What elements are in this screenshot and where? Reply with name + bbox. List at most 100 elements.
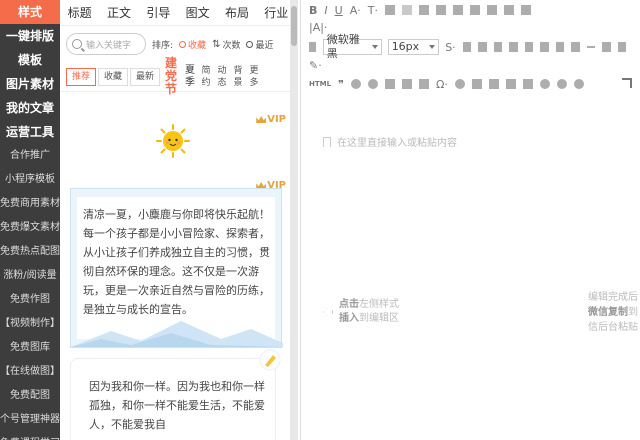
microphone-icon[interactable] [555, 42, 565, 52]
grid-icon[interactable] [478, 42, 487, 52]
sidebar-item[interactable]: 图片素材 [0, 72, 60, 96]
filter-background[interactable]: 背景 [232, 65, 244, 89]
hint-click-style: 点击左侧样式 插入到编辑区 [323, 298, 399, 326]
filter-favorite[interactable]: 收藏 [98, 67, 129, 86]
align-right-icon[interactable] [435, 5, 446, 15]
sidebar-item[interactable]: 免费配图 [0, 384, 60, 408]
style-card-text[interactable]: 因为我和你一样。因为我也和你一样孤独，和你一样不能爱生活，不能爱人，不能爱我自 [70, 349, 281, 440]
sidebar-item[interactable]: 我的文章 [0, 96, 60, 120]
sidebar-item[interactable]: 免费图库 [0, 336, 60, 360]
font-family-select[interactable]: 微软雅黑 [322, 33, 382, 60]
mountain-illustration [71, 321, 283, 347]
link-icon[interactable] [350, 79, 361, 89]
text-direction-icon[interactable]: |A|· [309, 21, 327, 34]
omega-icon[interactable]: Ω· [436, 78, 448, 91]
line-height-icon[interactable] [486, 5, 497, 15]
sidebar-item[interactable]: 一键排版 [0, 24, 60, 48]
search-input[interactable]: 输入关键字 [66, 33, 146, 55]
italic-icon[interactable]: I [324, 4, 327, 17]
chevron-down-icon [371, 45, 378, 49]
html-source-icon[interactable]: HTML [309, 80, 331, 88]
tab-1[interactable]: 正文 [99, 4, 138, 21]
tab-0[interactable]: 标题 [60, 4, 99, 21]
bold-icon[interactable]: B [309, 4, 317, 17]
image-icon[interactable] [493, 42, 503, 52]
pen-icon [259, 349, 281, 371]
redo-icon[interactable] [556, 79, 567, 89]
align-center-icon[interactable] [418, 5, 429, 15]
quote-icon[interactable]: ❞ [338, 78, 344, 91]
hint-copy-wechat: 编辑完成后 微信复制到 信后台粘贴 [588, 292, 638, 333]
sort-recent[interactable]: 最近 [246, 38, 273, 51]
filter-summer[interactable]: 夏季 [184, 65, 196, 89]
anchor-icon[interactable] [505, 79, 516, 89]
text-format-icon[interactable]: T· [368, 4, 378, 17]
search-placeholder: 输入关键字 [86, 40, 132, 51]
page-icon[interactable] [309, 42, 316, 52]
style-panel: 标题 正文 引导 图文 布局 行业 输入关键字 排序: 收藏 ⇅ 次数 最近 推荐 收藏 [60, 0, 296, 440]
filter-more[interactable]: 更多 [248, 65, 260, 89]
sidebar-item[interactable]: 合作推广 [0, 144, 60, 168]
frame-icon[interactable] [418, 79, 429, 89]
flag-icon[interactable] [522, 79, 533, 89]
filter-latest[interactable]: 最新 [130, 67, 161, 86]
sidebar-item[interactable]: 运营工具 [0, 120, 60, 144]
list-ordered-icon[interactable] [520, 5, 531, 15]
sidebar-item[interactable]: 模板 [0, 48, 60, 72]
undo-icon[interactable] [539, 79, 550, 89]
style-card-summer[interactable]: 清凉一夏，小麋鹿与你即将快乐起航！每一个孩子都是小小冒险家、探索者，从小让孩子们… [70, 188, 283, 348]
sidebar-item[interactable]: 免费作图 [0, 288, 60, 312]
expand-icon[interactable] [622, 78, 632, 88]
font-size-select[interactable]: 16px [387, 39, 440, 55]
sort-favorite[interactable]: 收藏 [179, 38, 206, 51]
eraser-icon[interactable] [471, 79, 482, 89]
magic-wand-icon[interactable]: ✎· [309, 59, 322, 72]
code-icon[interactable] [384, 79, 395, 89]
sidebar-item[interactable]: 免费商用素材 [0, 192, 60, 216]
highlight-icon[interactable] [617, 42, 626, 52]
sort-count[interactable]: ⇅ 次数 [212, 38, 240, 51]
indent-icon[interactable] [469, 5, 480, 15]
horizontal-rule-icon[interactable] [586, 46, 596, 48]
panel-scrollbar[interactable] [290, 0, 298, 440]
emoji-icon[interactable] [454, 79, 465, 89]
sidebar-item[interactable]: 免费热点配图 [0, 240, 60, 264]
format-painter-icon[interactable] [488, 79, 499, 89]
sun-icon[interactable] [156, 124, 190, 158]
sidebar-item[interactable]: 样式 [0, 0, 60, 24]
word-icon[interactable] [509, 42, 518, 52]
search-icon [72, 39, 82, 49]
template-icon[interactable] [401, 79, 412, 89]
filter-party-day[interactable]: 建党节 [165, 57, 179, 96]
align-left-icon[interactable] [401, 5, 412, 15]
sidebar-item[interactable]: 免费爆文素材 [0, 216, 60, 240]
sidebar-item[interactable]: 个号管理神器 [0, 408, 60, 432]
align-justify-icon[interactable] [452, 5, 463, 15]
zoom-icon[interactable] [573, 79, 584, 89]
strikethrough-icon[interactable]: S· [445, 41, 455, 54]
video-icon[interactable] [571, 42, 580, 52]
picture-icon[interactable] [524, 42, 534, 52]
sidebar-item[interactable]: 涨粉/阅读量 [0, 264, 60, 288]
list-icon[interactable] [503, 5, 514, 15]
editor-placeholder[interactable]: 在这里直接输入或粘贴内容 [323, 134, 457, 149]
tab-3[interactable]: 图文 [178, 4, 217, 21]
sidebar-item[interactable]: 小程序模板 [0, 168, 60, 192]
filter-recommend[interactable]: 推荐 [66, 67, 97, 86]
filter-dynamic[interactable]: 动态 [216, 65, 228, 89]
sidebar-item[interactable]: 【视频制作】 [0, 312, 60, 336]
clock-icon [246, 40, 254, 48]
filter-simple[interactable]: 简约 [200, 65, 212, 89]
gallery-icon[interactable] [540, 42, 549, 52]
font-color-icon[interactable]: A· [350, 4, 361, 17]
unlink-icon[interactable] [367, 79, 378, 89]
paint-bucket-icon[interactable] [602, 42, 611, 52]
scrollbar-thumb[interactable] [291, 6, 297, 46]
sidebar-item[interactable]: 免费课程学习 [0, 432, 60, 440]
tab-2[interactable]: 引导 [139, 4, 178, 21]
underline-icon[interactable]: U [335, 4, 343, 17]
table-icon[interactable] [462, 42, 472, 52]
background-color-icon[interactable] [384, 5, 395, 15]
tab-4[interactable]: 布局 [217, 4, 256, 21]
sidebar-item[interactable]: 【在线做图】 [0, 360, 60, 384]
